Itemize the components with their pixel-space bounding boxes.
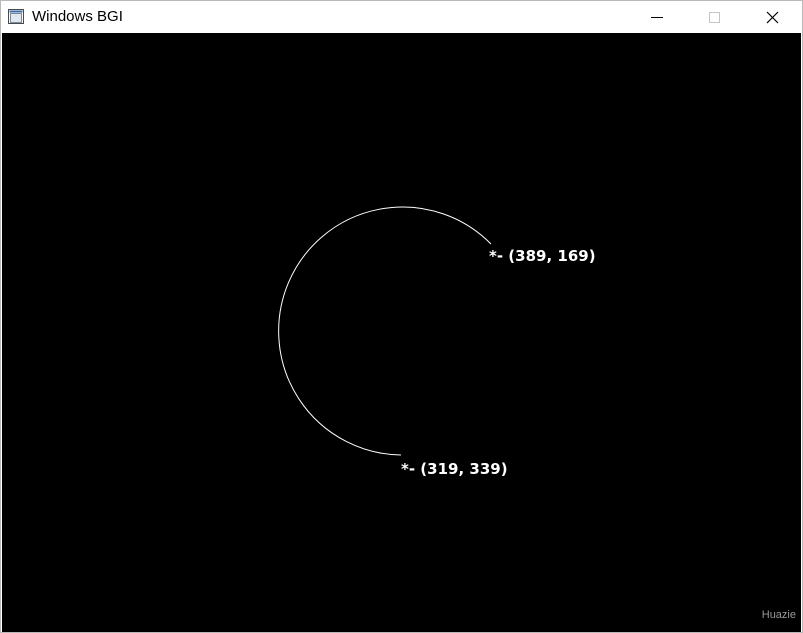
maximize-button[interactable] <box>686 1 744 33</box>
close-button[interactable] <box>744 1 802 33</box>
title-bar[interactable]: Windows BGI <box>1 1 802 33</box>
arc-drawing <box>278 206 492 456</box>
bgi-window: Windows BGI *- (389, 169) *- (319, 339) … <box>0 0 803 633</box>
watermark-text: Huazie <box>761 609 796 621</box>
window-title: Windows BGI <box>32 8 123 25</box>
graphics-canvas[interactable]: *- (389, 169) *- (319, 339) <box>2 33 801 632</box>
minimize-button[interactable] <box>628 1 686 33</box>
maximize-icon <box>709 12 720 23</box>
arc-end-label: *- (319, 339) <box>401 460 508 478</box>
minimize-icon <box>651 17 663 18</box>
arc-start-label: *- (389, 169) <box>489 247 596 265</box>
close-icon <box>766 11 779 24</box>
bgi-window-icon[interactable] <box>8 9 24 24</box>
